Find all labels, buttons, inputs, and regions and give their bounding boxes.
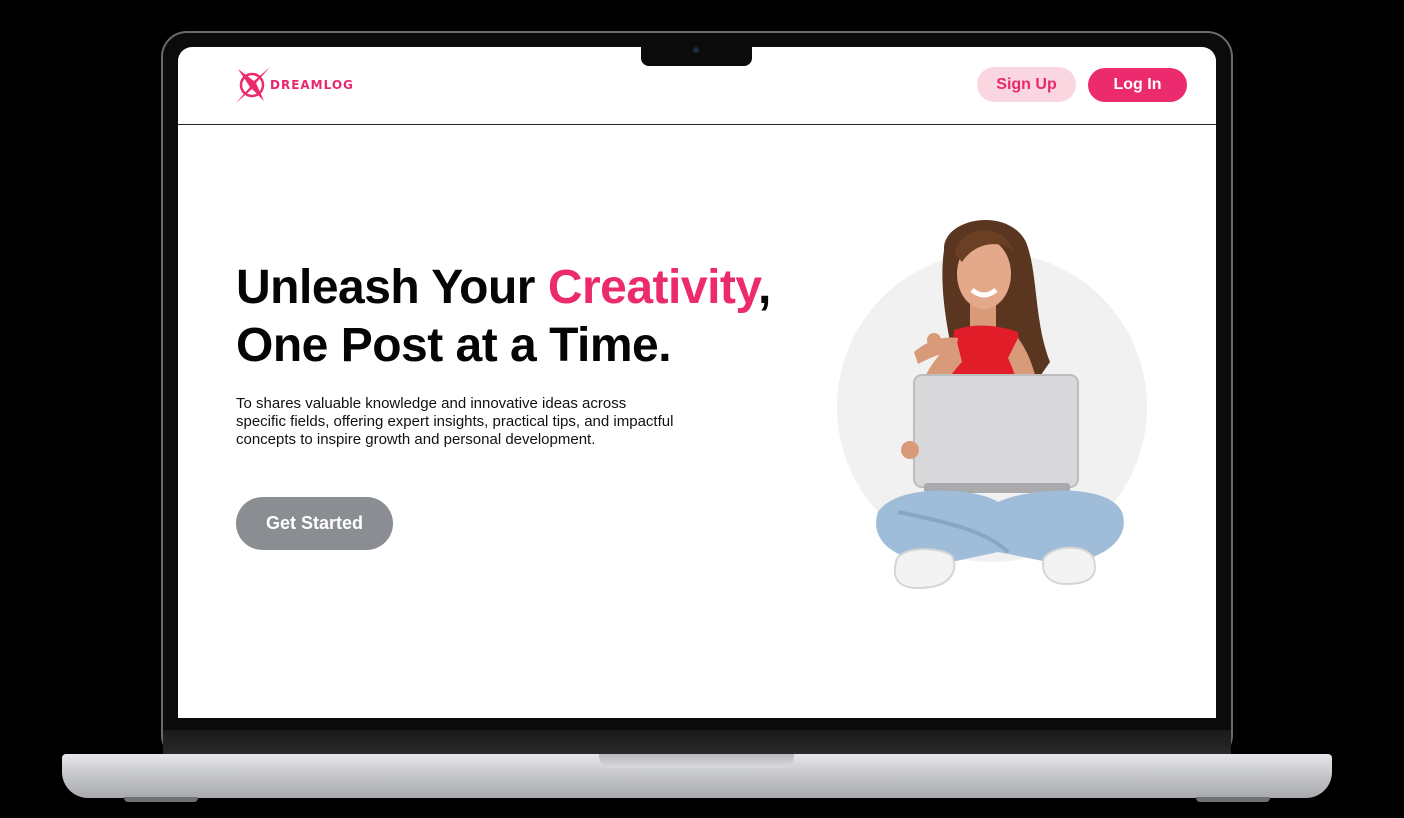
headline-comma: , bbox=[758, 261, 771, 314]
brand-logo[interactable]: DREAMLOG bbox=[234, 65, 354, 105]
headline-line2: One Post at a Time. bbox=[236, 319, 672, 372]
laptop-screen: DREAMLOG Sign Up Log In Unleash Your Cre… bbox=[178, 47, 1216, 718]
headline-accent: Creativity bbox=[547, 261, 759, 314]
hero-description: To shares valuable knowledge and innovat… bbox=[236, 395, 674, 448]
logo-star-icon bbox=[236, 67, 270, 103]
laptop-foot-left bbox=[124, 797, 198, 802]
woman-with-laptop-illustration bbox=[876, 219, 1124, 590]
laptop-chin bbox=[163, 730, 1231, 756]
laptop-foot-right bbox=[1196, 797, 1270, 802]
log-in-button[interactable]: Log In bbox=[1088, 68, 1187, 102]
hero-headline: Unleash Your Creativity, One Post at a T… bbox=[236, 259, 856, 375]
laptop-opening-groove bbox=[599, 754, 794, 768]
get-started-button[interactable]: Get Started bbox=[236, 497, 393, 550]
camera-icon bbox=[693, 47, 699, 53]
sign-up-button[interactable]: Sign Up bbox=[977, 67, 1076, 102]
brand-name: DREAMLOG bbox=[270, 78, 354, 92]
headline-text: Unleash Your bbox=[236, 261, 548, 314]
